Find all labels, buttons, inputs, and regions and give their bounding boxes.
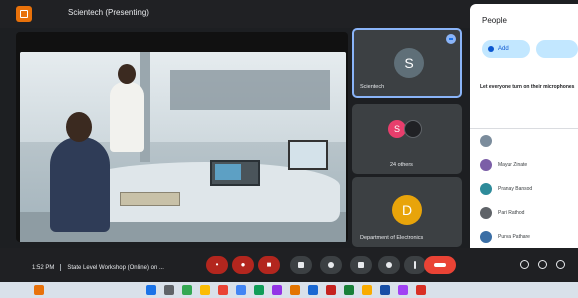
- search-icon[interactable]: [164, 285, 174, 295]
- taskbar-app-icon[interactable]: [362, 285, 372, 295]
- list-item[interactable]: Mayur Zinate: [480, 158, 576, 172]
- mic-toggle-button[interactable]: ●: [232, 256, 254, 274]
- avatar: S: [394, 48, 424, 78]
- panel-title: People: [482, 16, 507, 25]
- start-icon[interactable]: [146, 285, 156, 295]
- folder-icon[interactable]: [200, 285, 210, 295]
- avatar: [480, 135, 492, 147]
- window-titlebar: Scientech (Presenting): [0, 0, 470, 28]
- avatar: [480, 159, 492, 171]
- participant-name: Pranay Bansod: [498, 186, 533, 192]
- browser-icon[interactable]: [236, 285, 246, 295]
- prompt-description: [480, 98, 576, 124]
- emoji-icon[interactable]: [320, 256, 342, 274]
- taskbar-app-icon[interactable]: [182, 285, 192, 295]
- avatar: [480, 231, 492, 243]
- chat-icon[interactable]: [556, 260, 565, 269]
- taskbar-app-icon[interactable]: [344, 285, 354, 295]
- more-icon[interactable]: [404, 256, 426, 274]
- window-title: Scientech (Presenting): [68, 8, 149, 17]
- taskbar-app-icon[interactable]: [290, 285, 300, 295]
- shared-video: [20, 52, 346, 242]
- meeting-controls: 1:52 PM State Level Workshop (Online) on …: [0, 248, 578, 282]
- taskbar-app-icon[interactable]: [398, 285, 408, 295]
- raise-hand-icon[interactable]: [378, 256, 400, 274]
- taskbar-app-icon[interactable]: [380, 285, 390, 295]
- taskbar-app-icon[interactable]: [254, 285, 264, 295]
- mic-off-icon[interactable]: •: [206, 256, 228, 274]
- meeting-time: 1:52 PM: [32, 265, 55, 272]
- add-person-icon: [488, 46, 494, 52]
- list-item[interactable]: Purva Pathare: [480, 230, 576, 244]
- mic-prompt: Let everyone turn on their microphones: [480, 84, 575, 90]
- captions-icon[interactable]: [290, 256, 312, 274]
- meet-logo-icon: [16, 6, 32, 22]
- divider: [470, 128, 578, 129]
- participant-tile-scientech[interactable]: S Scientech: [352, 28, 462, 98]
- avatar: [480, 183, 492, 195]
- tile-label: Scientech: [360, 84, 385, 90]
- add-people-button[interactable]: Add: [482, 40, 530, 58]
- list-item[interactable]: Pari Rathod: [480, 206, 576, 220]
- avatar: D: [392, 195, 422, 225]
- people-icon[interactable]: [538, 260, 547, 269]
- taskbar-app-icon[interactable]: [272, 285, 282, 295]
- avatar: [480, 207, 492, 219]
- secondary-panel-button[interactable]: [536, 40, 578, 58]
- participant-tile-department[interactable]: D Department of Electronics: [352, 177, 462, 247]
- camera-off-icon[interactable]: ■: [258, 256, 280, 274]
- tile-label: 24 others: [390, 162, 413, 168]
- present-icon[interactable]: [350, 256, 372, 274]
- list-item[interactable]: Pranay Bansod: [480, 182, 576, 196]
- meeting-name: State Level Workshop (Online) on ...: [67, 265, 164, 272]
- presentation-stage[interactable]: [16, 32, 348, 242]
- participant-name: Pari Rathod: [498, 210, 525, 216]
- info-icon[interactable]: [520, 260, 529, 269]
- taskbar-app-icon[interactable]: [308, 285, 318, 295]
- avatar: [404, 120, 422, 138]
- people-panel: People Add Let everyone turn on their mi…: [470, 4, 578, 274]
- tile-label: Department of Electronics: [360, 235, 424, 241]
- os-taskbar: [0, 282, 578, 298]
- participant-tile-others[interactable]: S 24 others: [352, 104, 462, 174]
- participant-name: Purva Pathare: [498, 234, 530, 240]
- participant-name: Mayur Zinate: [498, 162, 528, 168]
- meeting-info: 1:52 PM State Level Workshop (Online) on …: [32, 264, 164, 271]
- list-item[interactable]: [480, 134, 576, 148]
- taskbar-app-icon[interactable]: [326, 285, 336, 295]
- taskbar-app-icon[interactable]: [34, 285, 44, 295]
- taskbar-app-icon[interactable]: [416, 285, 426, 295]
- taskbar-app-icon[interactable]: [218, 285, 228, 295]
- leave-call-icon[interactable]: [424, 256, 456, 274]
- speaking-indicator-icon: [446, 34, 456, 44]
- add-people-label: Add: [498, 46, 509, 52]
